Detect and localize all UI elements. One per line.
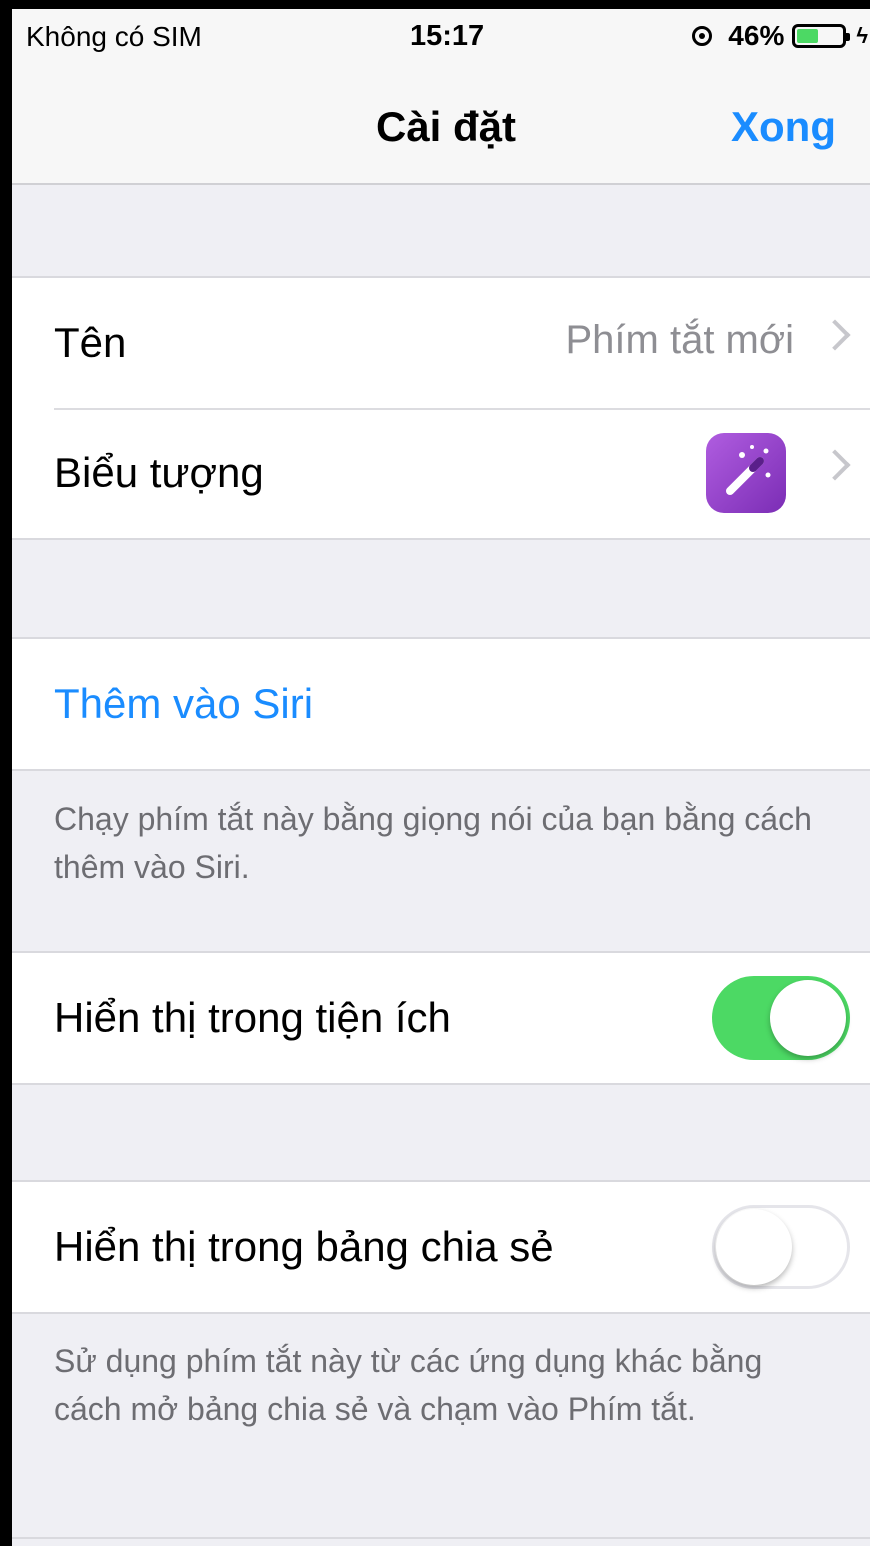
chevron-right-icon	[819, 319, 851, 351]
general-group: Tên Phím tắt mới Biểu tượng	[12, 276, 870, 540]
show-in-share-sheet-label: Hiển thị trong bảng chia sẻ	[54, 1223, 554, 1270]
status-indicators: 46% ϟ	[692, 20, 868, 52]
screen: Không có SIM 15:17 46% ϟ Cài đặt Xong Tê…	[12, 9, 870, 1546]
battery-percent: 46%	[728, 20, 785, 51]
bottom-divider	[12, 1537, 870, 1539]
clock: 15:17	[410, 20, 485, 52]
toggle-knob	[770, 980, 846, 1056]
toggle-knob	[716, 1209, 792, 1285]
show-in-share-sheet-toggle[interactable]	[712, 1205, 850, 1289]
battery-fill	[797, 29, 818, 43]
widget-group: Hiển thị trong tiện ích	[12, 951, 870, 1085]
show-in-widget-row: Hiển thị trong tiện ích	[12, 953, 870, 1083]
status-bar: Không có SIM 15:17 46% ϟ	[12, 9, 870, 73]
magic-wand-icon	[706, 433, 786, 513]
add-to-siri-button[interactable]: Thêm vào Siri	[54, 680, 313, 728]
siri-footer: Chạy phím tắt này bằng giọng nói của bạn…	[54, 801, 812, 885]
charging-bolt-icon: ϟ	[856, 23, 868, 48]
carrier-label: Không có SIM	[26, 21, 202, 52]
device-frame-top	[0, 0, 870, 9]
icon-label: Biểu tượng	[54, 449, 264, 496]
navigation-bar: Cài đặt Xong	[12, 73, 870, 185]
add-to-siri-row[interactable]: Thêm vào Siri	[12, 639, 870, 769]
battery-icon	[792, 24, 851, 48]
device-frame-left	[0, 0, 12, 1546]
chevron-right-icon	[819, 449, 851, 481]
name-label: Tên	[54, 319, 127, 366]
share-group: Hiển thị trong bảng chia sẻ	[12, 1180, 870, 1314]
name-value: Phím tắt mới	[565, 318, 795, 362]
show-in-widget-label: Hiển thị trong tiện ích	[54, 994, 451, 1041]
done-button[interactable]: Xong	[731, 103, 836, 151]
orientation-lock-icon	[692, 26, 713, 46]
name-row[interactable]: Tên Phím tắt mới	[12, 278, 870, 408]
share-footer: Sử dụng phím tắt này từ các ứng dụng khá…	[54, 1343, 763, 1427]
show-in-share-sheet-row: Hiển thị trong bảng chia sẻ	[12, 1182, 870, 1312]
show-in-widget-toggle[interactable]	[712, 976, 850, 1060]
siri-group: Thêm vào Siri	[12, 637, 870, 771]
icon-row[interactable]: Biểu tượng	[12, 408, 870, 538]
